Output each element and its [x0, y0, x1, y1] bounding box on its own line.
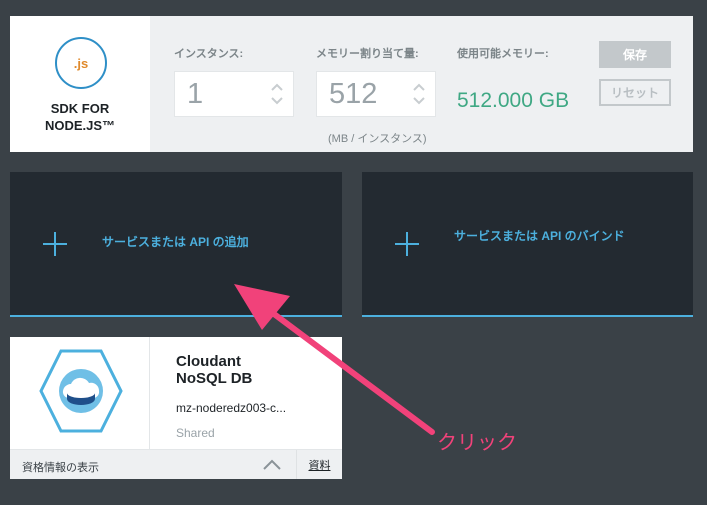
annotation-click-text: クリック	[437, 432, 517, 454]
annotation-arrow-icon	[234, 284, 435, 435]
